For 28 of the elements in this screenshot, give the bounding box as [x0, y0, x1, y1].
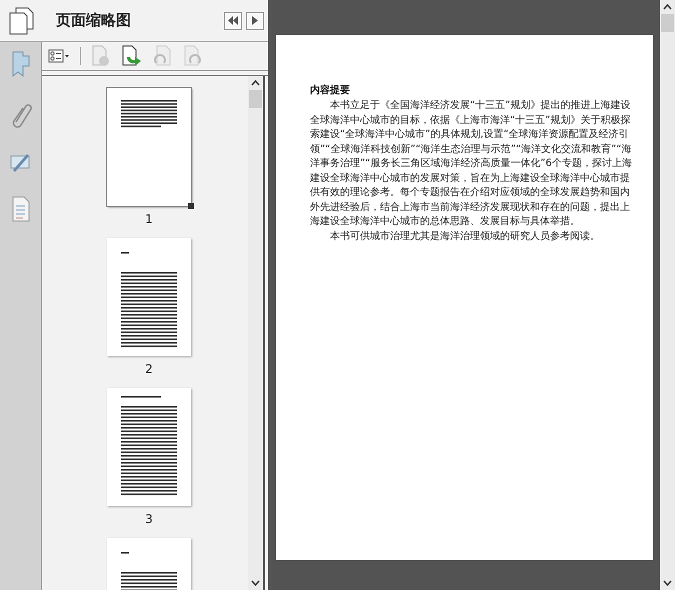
list-options-icon	[48, 49, 70, 63]
pages-icon	[8, 6, 34, 34]
panel-title: 页面缩略图	[56, 11, 131, 30]
scrollbar[interactable]	[248, 76, 265, 590]
page-thumbnail[interactable]	[107, 388, 191, 506]
scrollbar[interactable]	[660, 0, 675, 590]
scroll-up-icon[interactable]	[251, 80, 260, 86]
expand-button[interactable]	[246, 12, 264, 30]
scroll-down-icon[interactable]	[251, 580, 260, 586]
scroll-thumb[interactable]	[249, 90, 262, 108]
double-left-triangle-icon	[228, 16, 238, 25]
options-button[interactable]	[48, 49, 70, 63]
page-thumbnail[interactable]	[107, 88, 191, 206]
right-triangle-icon	[252, 16, 258, 25]
scroll-up-icon[interactable]	[663, 4, 672, 10]
scroll-down-icon[interactable]	[663, 580, 672, 586]
page-thumbnail[interactable]	[107, 238, 191, 356]
page-number: 2	[145, 362, 153, 376]
document-paragraph: 本书可供城市治理尤其是海洋治理领域的研究人员参考阅读。	[329, 230, 601, 244]
resize-handle[interactable]	[188, 203, 194, 209]
document-paragraph: 本书立足于《全国海洋经济发展“十三五”规划》提出的推进上海建设全球海洋中心城市的目标，依据《上海市海洋“十三五”规划》关于积极探索建设“全球海洋中心城市”的具体规划,设置“全球海洋资源配置及经济引领”“全球海洋科技创新”“海洋生态治理与示范”“海洋文化交流和教育”“海洋事务治理”“服务长三角区域海洋经济高质量一体化”6个专题，探讨上海建设全球海洋中心城市的发展对策，旨在为上海建设全球海洋中心城市提供有效的理论参考。每个专题报告在介绍对应领域的全球发展趋势和国内外先进经验后，结合上海市当前海洋经济发展现状和存在的问题，提出上海建设全球海洋中心城市的总体思路、发展目标与具体举措。	[310, 99, 633, 229]
document-icon[interactable]	[10, 196, 30, 222]
page-number: 1	[145, 212, 153, 226]
page-number: 3	[145, 512, 153, 526]
scroll-thumb[interactable]	[661, 14, 674, 32]
document-heading: 内容提要	[310, 83, 351, 97]
collapse-button[interactable]	[224, 12, 242, 30]
insert-page-icon[interactable]	[121, 45, 143, 67]
